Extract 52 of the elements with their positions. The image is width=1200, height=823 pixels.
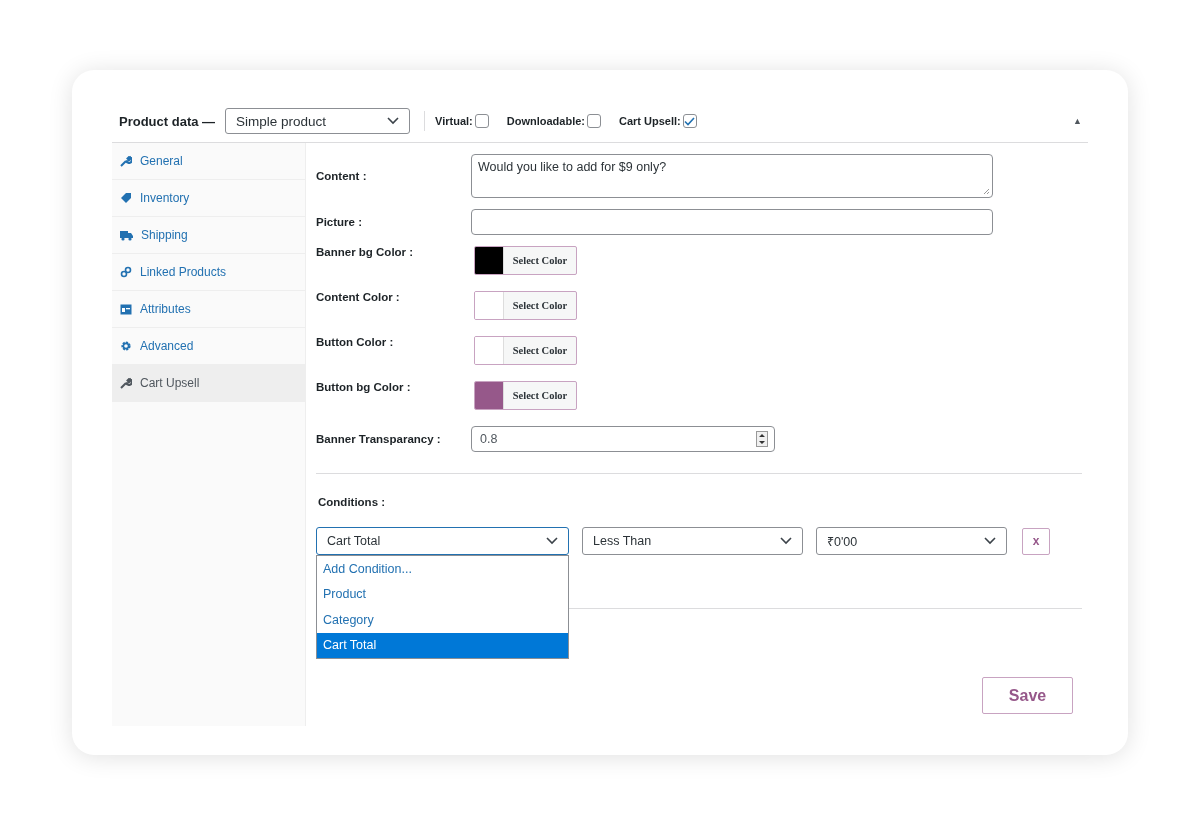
chevron-down-icon [780, 537, 792, 545]
content-textarea[interactable]: Would you like to add for $9 only? [471, 154, 993, 198]
sidebar-tab[interactable]: Attributes [112, 291, 305, 328]
transparency-field[interactable]: 0.8 [471, 426, 775, 452]
color-picker[interactable]: Select Color [474, 246, 577, 275]
resize-handle-icon[interactable] [983, 188, 990, 195]
wrench-icon [120, 155, 132, 167]
chevron-down-icon [387, 117, 400, 125]
remove-condition-button[interactable]: x [1022, 527, 1050, 555]
chevron-down-icon [984, 537, 996, 545]
checkbox[interactable] [682, 114, 697, 128]
collapse-toggle[interactable]: ▲ [1073, 116, 1082, 126]
color-picker[interactable]: Select Color [474, 381, 577, 410]
color-picker[interactable]: Select Color [474, 291, 577, 320]
sidebar-tab[interactable]: Shipping [112, 217, 305, 254]
condition-select[interactable]: Less Than [582, 527, 803, 555]
picture-field[interactable] [471, 209, 993, 235]
dropdown-option[interactable]: Add Condition... [317, 556, 568, 582]
field-label: Content : [316, 170, 368, 182]
truck-icon [120, 229, 133, 241]
field-label: Button bg Color : [316, 381, 412, 393]
field-label: Picture : [316, 216, 363, 228]
panel-title: Product data — [119, 113, 216, 129]
dropdown-option[interactable]: Cart Total [317, 632, 568, 658]
field-label: Button Color : [316, 336, 395, 348]
field-label: Banner bg Color : [316, 246, 415, 258]
chevron-down-icon [546, 537, 558, 545]
tag-icon [120, 192, 132, 204]
conditions-label: Conditions : [318, 496, 387, 508]
spinner-icon [756, 431, 768, 447]
color-picker[interactable]: Select Color [474, 336, 577, 365]
checkbox[interactable] [587, 114, 601, 128]
condition-select[interactable]: Cart Total [316, 527, 569, 555]
field-label: Content Color : [316, 291, 401, 303]
gear-icon [120, 340, 132, 352]
checkbox[interactable] [474, 114, 489, 128]
field-label: Banner Transparancy : [316, 433, 442, 445]
card-icon [120, 303, 132, 315]
sidebar-tab[interactable]: General [112, 143, 305, 180]
link-icon [120, 266, 132, 278]
sidebar-tab[interactable]: Inventory [112, 180, 305, 217]
sidebar-tab[interactable]: Cart Upsell [112, 365, 305, 402]
sidebar-tab[interactable]: Linked Products [112, 254, 305, 291]
condition-select[interactable]: ₹0'00 [816, 527, 1007, 555]
dropdown-option[interactable]: Product [317, 581, 568, 607]
option-label: Downloadable: [506, 115, 585, 127]
dropdown-option[interactable]: Category [317, 607, 568, 633]
wrench-icon [120, 377, 132, 389]
product-type-select[interactable]: Simple product [225, 108, 411, 134]
save-button[interactable]: Save [982, 677, 1073, 714]
option-label: Cart Upsell: [619, 115, 681, 127]
option-label: Virtual: [435, 115, 473, 127]
